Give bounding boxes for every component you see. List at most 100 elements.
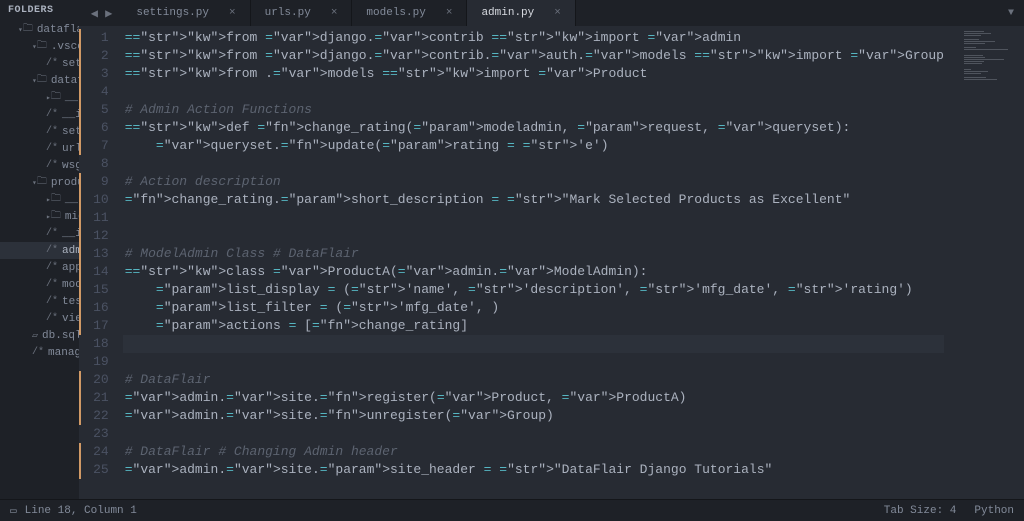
tab-close-icon[interactable]: × [446, 7, 453, 19]
file-item[interactable]: /* settings.py [0, 123, 79, 140]
file-item[interactable]: /*wsgi.py [0, 157, 79, 174]
file-item[interactable]: /*views.py [0, 310, 79, 327]
folder-item[interactable]: ▸🗀migrations [0, 208, 79, 225]
code-line[interactable]: # ModelAdmin Class # DataFlair [123, 245, 944, 263]
code-line[interactable] [123, 209, 944, 227]
tree-item-label: admin.py [62, 245, 79, 257]
folder-item[interactable]: ▾🗀.vscode [0, 38, 79, 55]
code-line[interactable]: ="var">admin.="var">site.="param">site_h… [123, 461, 944, 479]
panel-switcher-icon[interactable]: ▭ [10, 504, 17, 518]
folder-icon: 🗀 [37, 72, 47, 89]
file-item[interactable]: /* apps.py [0, 259, 79, 276]
file-item[interactable]: /*settings.json [0, 55, 79, 72]
code-line[interactable] [123, 335, 944, 353]
folder-sidebar: FOLDERS ▾🗀dataflairadmin▾🗀.vscode/*setti… [0, 0, 79, 499]
file-icon: /* [46, 279, 58, 290]
tab-label: models.py [366, 7, 425, 19]
code-line[interactable]: ="var">admin.="var">site.="fn">unregiste… [123, 407, 944, 425]
tab-nav-arrows[interactable]: ◀ ▶ [91, 6, 113, 21]
code-line[interactable]: =="str">"kw">from ="var">django.="var">c… [123, 29, 944, 47]
folder-icon: 🗀 [37, 38, 47, 55]
file-item[interactable]: /* admin.py [0, 242, 79, 259]
code-line[interactable] [123, 353, 944, 371]
folder-icon: 🗀 [23, 21, 33, 38]
minimap[interactable] [944, 26, 1024, 499]
tab-urls-py[interactable]: urls.py × [251, 0, 353, 26]
tree-item-label: __pycache__ [65, 92, 79, 104]
code-line[interactable] [123, 155, 944, 173]
tree-item-label: products [51, 177, 79, 189]
code-line[interactable]: # Admin Action Functions [123, 101, 944, 119]
code-line[interactable]: ="var">queryset.="fn">update(="param">ra… [123, 137, 944, 155]
tab-settings-py[interactable]: settings.py × [122, 0, 250, 26]
code-line[interactable]: =="str">"kw">class ="var">ProductA(="var… [123, 263, 944, 281]
code-line[interactable]: ="param">list_filter = (="str">'mfg_date… [123, 299, 944, 317]
cursor-position[interactable]: Line 18, Column 1 [25, 505, 137, 517]
sidebar-header: FOLDERS [0, 0, 79, 21]
tab-label: urls.py [265, 7, 311, 19]
tree-item-label: __pycache__ [65, 194, 79, 206]
file-icon: /* [46, 58, 58, 69]
tree-item-label: settings.py [62, 126, 79, 138]
file-item[interactable]: /* models.py [0, 276, 79, 293]
folder-item[interactable]: ▾🗀dataflairadmin [0, 21, 79, 38]
code-line[interactable] [123, 425, 944, 443]
code-line[interactable]: =="str">"kw">from ="var">django.="var">c… [123, 47, 944, 65]
tab-models-py[interactable]: models.py × [352, 0, 467, 26]
code-line[interactable]: ="param">actions = [="fn">change_rating] [123, 317, 944, 335]
file-item[interactable]: ▱db.sqlite3 [0, 327, 79, 344]
tab-close-icon[interactable]: × [554, 7, 561, 19]
status-bar: ▭ Line 18, Column 1 Tab Size: 4 Python [0, 499, 1024, 521]
code-line[interactable]: # DataFlair [123, 371, 944, 389]
tab-label: admin.py [481, 7, 534, 19]
tree-item-label: .vscode [51, 41, 79, 53]
folder-icon: 🗀 [51, 208, 61, 225]
folder-item[interactable]: ▸🗀__pycache__ [0, 191, 79, 208]
folder-item[interactable]: ▾🗀dataflairadmin [0, 72, 79, 89]
code-line[interactable]: # DataFlair # Changing Admin header [123, 443, 944, 461]
file-item[interactable]: /*manage.py [0, 344, 79, 361]
code-line[interactable]: ="var">admin.="var">site.="fn">register(… [123, 389, 944, 407]
tab-label: settings.py [136, 7, 209, 19]
file-icon: /* [46, 245, 58, 256]
tree-item-label: __init__.py [62, 109, 79, 121]
language-indicator[interactable]: Python [974, 505, 1014, 517]
code-line[interactable]: ="param">list_display = (="str">'name', … [123, 281, 944, 299]
code-line[interactable]: ="fn">change_rating.="param">short_descr… [123, 191, 944, 209]
file-item[interactable]: /*tests.py [0, 293, 79, 310]
file-item[interactable]: /*__init__.py [0, 106, 79, 123]
tab-close-icon[interactable]: × [229, 7, 236, 19]
folder-tree: ▾🗀dataflairadmin▾🗀.vscode/*settings.json… [0, 21, 79, 499]
code-line[interactable]: =="str">"kw">def ="fn">change_rating(="p… [123, 119, 944, 137]
tree-item-label: db.sqlite3 [42, 330, 79, 342]
tab-size-indicator[interactable]: Tab Size: 4 [884, 505, 957, 517]
code-line[interactable]: # Action description [123, 173, 944, 191]
tab-overflow-icon[interactable]: ▼ [1008, 8, 1014, 19]
tree-item-label: apps.py [62, 262, 79, 274]
file-icon: /* [46, 262, 58, 273]
tab-bar: ◀ ▶ settings.py×urls.py×models.py×admin.… [79, 0, 1024, 26]
folder-item[interactable]: ▸🗀__pycache__ [0, 89, 79, 106]
tree-item-label: migrations [65, 211, 79, 223]
code-line[interactable] [123, 227, 944, 245]
file-item[interactable]: /*urls.py [0, 140, 79, 157]
file-item[interactable]: /* __init__.py [0, 225, 79, 242]
tree-item-label: urls.py [62, 143, 79, 155]
file-icon: /* [46, 228, 58, 239]
tree-item-label: dataflairadmin [51, 75, 79, 87]
folder-icon: 🗀 [51, 89, 61, 106]
tree-item-label: models.py [62, 279, 79, 291]
file-icon: /* [46, 160, 58, 171]
folder-icon: 🗀 [51, 191, 61, 208]
code-line[interactable]: =="str">"kw">from .="var">models =="str"… [123, 65, 944, 83]
tab-close-icon[interactable]: × [331, 7, 338, 19]
code-line[interactable] [123, 83, 944, 101]
file-icon: /* [46, 126, 58, 137]
folder-icon: 🗀 [37, 174, 47, 191]
tab-admin-py[interactable]: admin.py × [467, 0, 575, 26]
code-editor[interactable]: =="str">"kw">from ="var">django.="var">c… [123, 26, 944, 499]
folder-item[interactable]: ▾🗀products [0, 174, 79, 191]
file-icon: /* [46, 296, 58, 307]
tree-item-label: __init__.py [62, 228, 79, 240]
tree-item-label: manage.py [48, 347, 79, 359]
